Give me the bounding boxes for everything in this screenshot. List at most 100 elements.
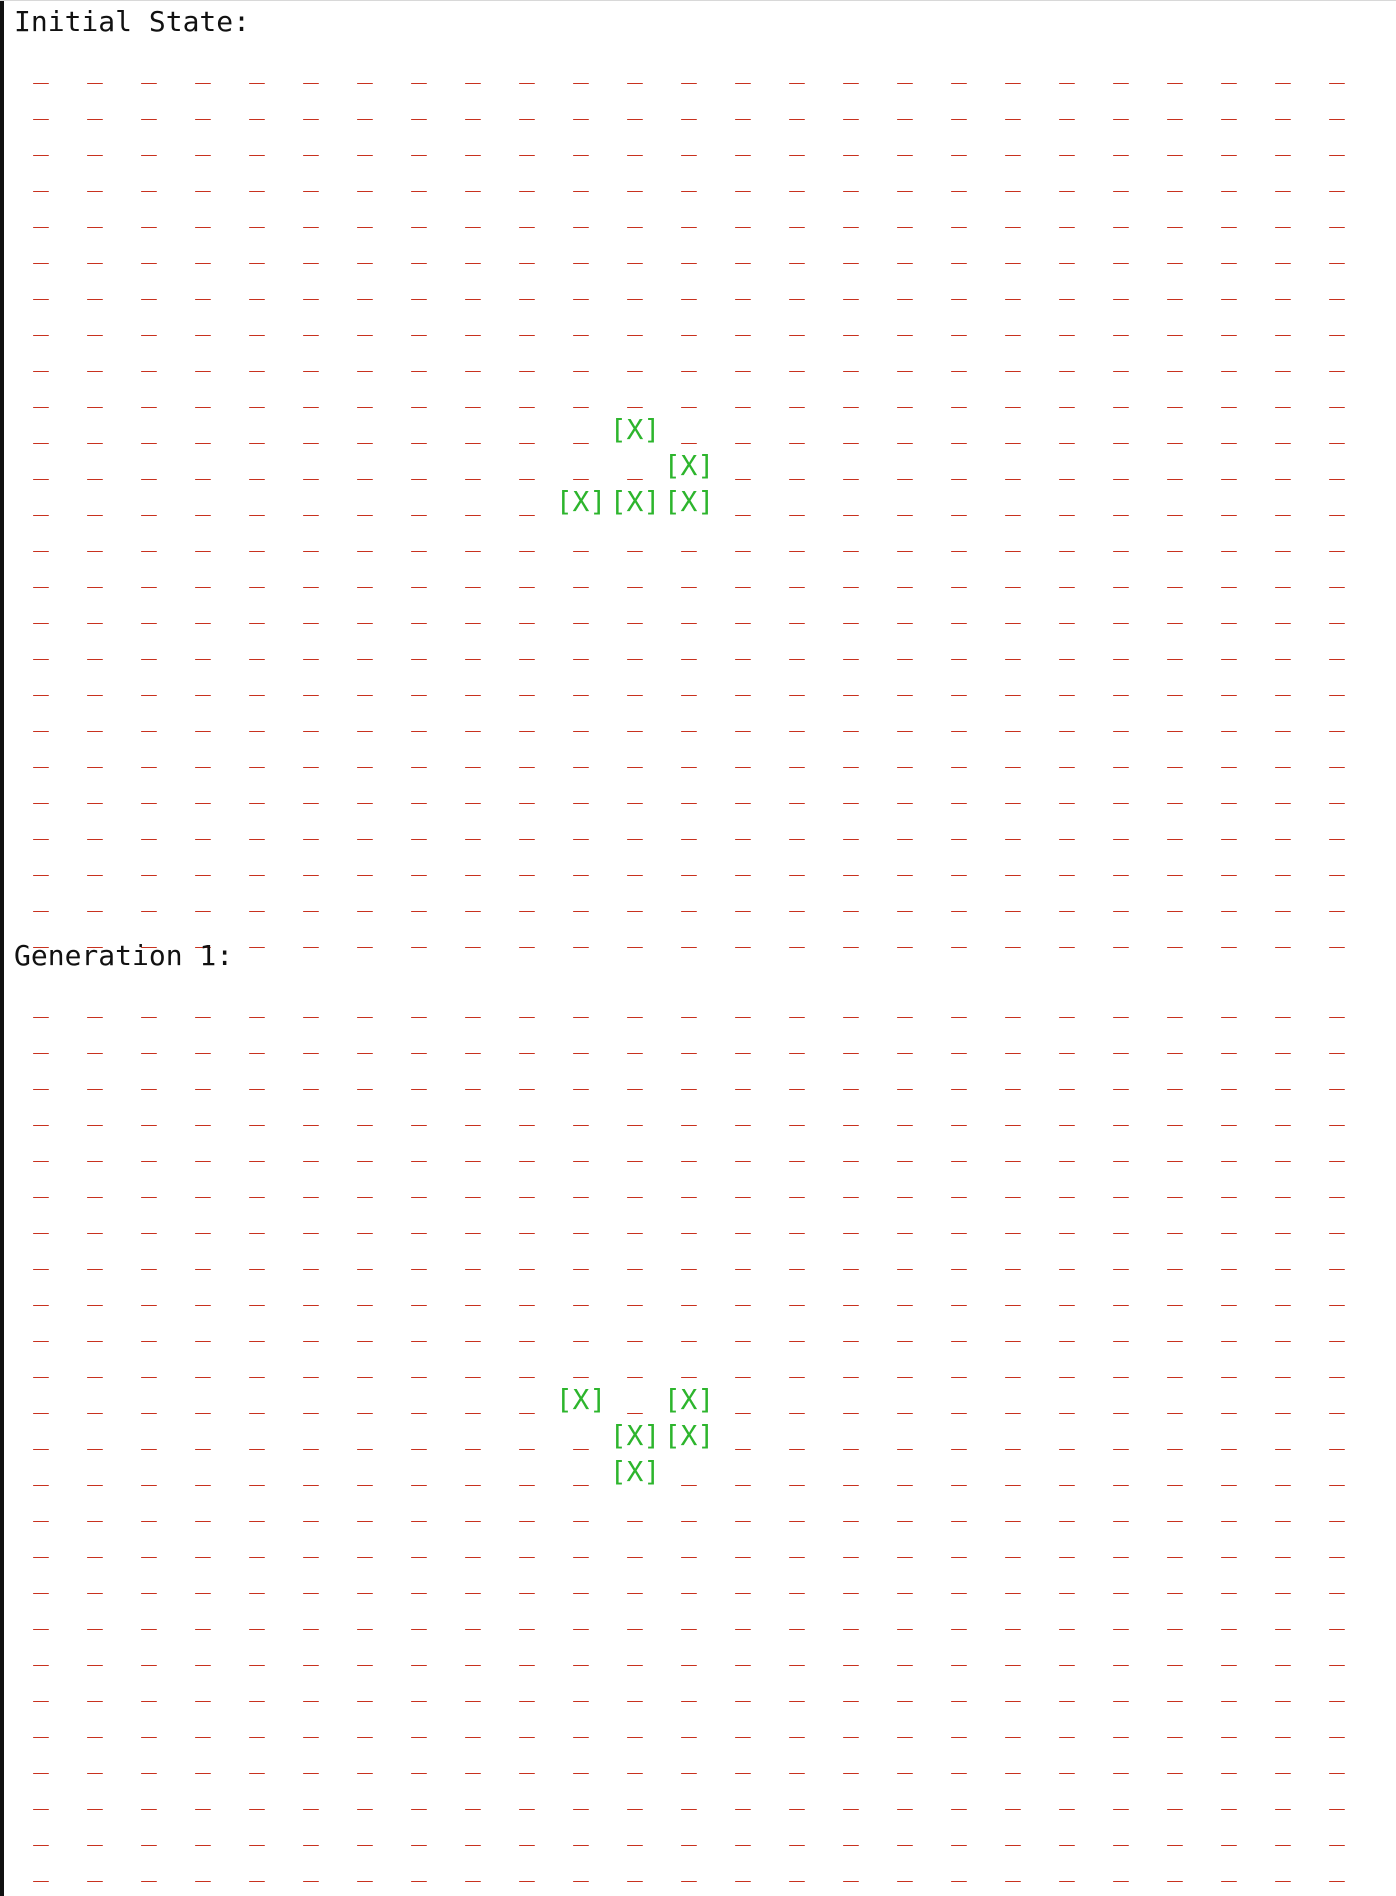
dead-cell: _ — [735, 1817, 751, 1847]
dead-cell: _ — [1329, 1493, 1345, 1523]
dead-cell: _ — [1059, 1349, 1075, 1379]
dead-cell: _ — [1275, 271, 1291, 301]
dead-cell: _ — [1005, 379, 1021, 409]
dead-cell: _ — [519, 1061, 535, 1091]
dead-cell: _ — [357, 847, 373, 877]
dead-cell: _ — [843, 811, 859, 841]
dead-cell: _ — [249, 1529, 265, 1559]
dead-cell: _ — [897, 1709, 913, 1739]
dead-cell: _ — [33, 559, 49, 589]
dead-cell: _ — [1221, 1349, 1237, 1379]
dead-cell: _ — [1113, 343, 1129, 373]
dead-cell: _ — [1221, 1781, 1237, 1811]
dead-cell: _ — [789, 1709, 805, 1739]
dead-cell: _ — [87, 1421, 103, 1451]
dead-cell: _ — [681, 1025, 697, 1055]
dead-cell: _ — [195, 271, 211, 301]
dead-cell: _ — [843, 271, 859, 301]
dead-cell: _ — [33, 487, 49, 517]
dead-cell: _ — [681, 631, 697, 661]
dead-cell: _ — [411, 487, 427, 517]
dead-cell: _ — [951, 775, 967, 805]
dead-cell: _ — [897, 523, 913, 553]
dead-cell: _ — [87, 1601, 103, 1631]
dead-cell: _ — [951, 1277, 967, 1307]
dead-cell: _ — [141, 1745, 157, 1775]
dead-cell: _ — [465, 523, 481, 553]
dead-cell: _ — [519, 1601, 535, 1631]
dead-cell: _ — [627, 1061, 643, 1091]
dead-cell: _ — [1167, 1637, 1183, 1667]
dead-cell: _ — [1005, 631, 1021, 661]
dead-cell: _ — [843, 703, 859, 733]
dead-cell: _ — [1167, 1565, 1183, 1595]
dead-cell: _ — [87, 559, 103, 589]
dead-cell: _ — [1221, 1457, 1237, 1487]
dead-cell: _ — [357, 739, 373, 769]
dead-cell: _ — [843, 91, 859, 121]
dead-cell: _ — [411, 1601, 427, 1631]
dead-cell: _ — [1329, 343, 1345, 373]
dead-cell: _ — [789, 595, 805, 625]
dead-cell: _ — [195, 487, 211, 517]
dead-cell: _ — [735, 343, 751, 373]
dead-cell: _ — [681, 739, 697, 769]
dead-cell: _ — [1167, 271, 1183, 301]
dead-cell: _ — [897, 1493, 913, 1523]
dead-cell: _ — [1167, 307, 1183, 337]
dead-cell: _ — [789, 487, 805, 517]
dead-cell: _ — [357, 379, 373, 409]
dead-cell: _ — [951, 1133, 967, 1163]
dead-cell: _ — [357, 1457, 373, 1487]
dead-cell: _ — [141, 451, 157, 481]
dead-cell: _ — [627, 631, 643, 661]
dead-cell: _ — [519, 235, 535, 265]
dead-cell: _ — [789, 1637, 805, 1667]
dead-cell: _ — [789, 127, 805, 157]
dead-cell: _ — [1329, 989, 1345, 1019]
dead-cell: _ — [681, 919, 697, 949]
dead-cell: _ — [411, 451, 427, 481]
dead-cell: _ — [303, 91, 319, 121]
dead-cell: _ — [735, 1637, 751, 1667]
dead-cell: _ — [195, 1097, 211, 1127]
dead-cell: _ — [1275, 487, 1291, 517]
dead-cell: _ — [1113, 1853, 1129, 1883]
dead-cell: _ — [87, 989, 103, 1019]
dead-cell: _ — [1275, 379, 1291, 409]
dead-cell: _ — [1329, 883, 1345, 913]
dead-cell: _ — [789, 1601, 805, 1631]
dead-cell: _ — [735, 739, 751, 769]
dead-cell: _ — [519, 1025, 535, 1055]
dead-cell: _ — [681, 667, 697, 697]
dead-cell: _ — [195, 811, 211, 841]
dead-cell: _ — [1329, 1025, 1345, 1055]
dead-cell: _ — [465, 1781, 481, 1811]
dead-cell: _ — [87, 91, 103, 121]
dead-cell: _ — [87, 307, 103, 337]
dead-cell: _ — [627, 199, 643, 229]
dead-cell: _ — [1059, 1565, 1075, 1595]
dead-cell: _ — [411, 199, 427, 229]
dead-cell: _ — [1005, 919, 1021, 949]
dead-cell: _ — [681, 1637, 697, 1667]
dead-cell: _ — [357, 199, 373, 229]
dead-cell: _ — [843, 775, 859, 805]
dead-cell: _ — [195, 883, 211, 913]
dead-cell: _ — [789, 1169, 805, 1199]
dead-cell: _ — [1005, 703, 1021, 733]
dead-cell: _ — [1059, 989, 1075, 1019]
dead-cell: _ — [897, 631, 913, 661]
dead-cell: _ — [573, 307, 589, 337]
dead-cell: _ — [681, 1277, 697, 1307]
dead-cell: _ — [789, 989, 805, 1019]
dead-cell: _ — [519, 451, 535, 481]
dead-cell: _ — [141, 487, 157, 517]
dead-cell: _ — [1275, 451, 1291, 481]
dead-cell: _ — [465, 415, 481, 445]
dead-cell: _ — [303, 1493, 319, 1523]
dead-cell: _ — [1113, 1241, 1129, 1271]
dead-cell: _ — [897, 1025, 913, 1055]
dead-cell: _ — [1113, 271, 1129, 301]
dead-cell: _ — [1059, 631, 1075, 661]
